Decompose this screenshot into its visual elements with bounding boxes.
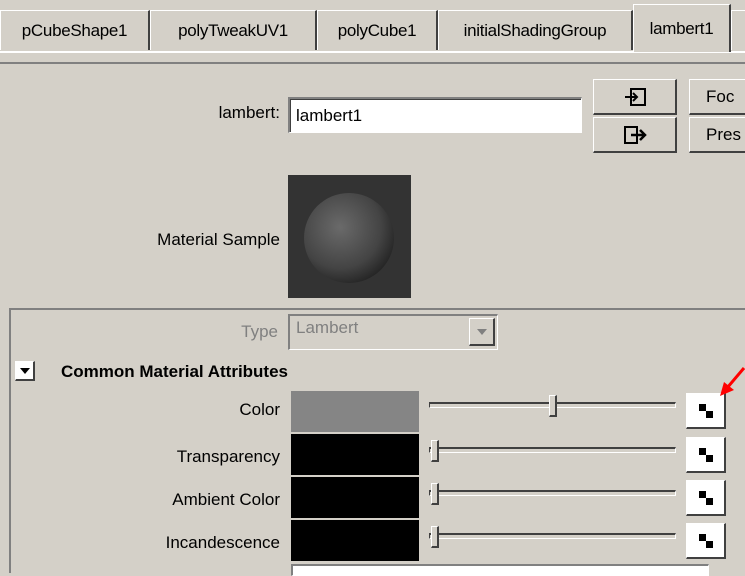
presets-button-label: Pres [706,124,741,144]
ambient-color-slider-handle[interactable] [431,483,439,505]
chevron-down-icon [476,328,487,335]
material-sample-swatch [288,175,411,298]
tab-polytweakuv1[interactable]: polyTweakUV1 [150,10,317,50]
output-connections-icon [623,125,647,144]
incandescence-slider-handle[interactable] [431,526,439,548]
ambient-color-map-button[interactable] [686,480,726,516]
output-connections-button[interactable] [593,117,677,153]
presets-button[interactable]: Pres [689,117,745,153]
color-slider-handle[interactable] [549,395,557,417]
type-label: Type [241,322,278,341]
material-name-label: lambert: [218,103,280,122]
attr-label-incandescence: Incandescence [165,533,280,552]
type-dropdown[interactable]: Lambert [288,314,498,350]
focus-button[interactable]: Foc [689,79,745,115]
section-title: Common Material Attributes [61,362,289,381]
tab-label: polyCube1 [337,20,417,40]
transparency-slider-handle[interactable] [431,440,439,462]
incandescence-slider[interactable] [429,533,676,539]
transparency-slider[interactable] [429,447,676,453]
next-attribute-field[interactable] [291,564,709,576]
material-sphere-icon [304,193,394,283]
checker-icon [698,447,713,462]
input-connections-icon [624,87,646,106]
tab-label: initialShadingGroup [463,20,607,40]
tab-pcubeshape1[interactable]: pCubeShape1 [0,10,150,50]
checker-icon [698,533,713,548]
checker-icon [698,403,713,418]
transparency-swatch[interactable] [291,434,419,475]
type-value: Lambert [296,318,359,337]
color-swatch[interactable] [291,391,419,432]
tab-next[interactable] [731,10,745,50]
incandescence-swatch[interactable] [291,520,419,561]
ambient-color-swatch[interactable] [291,477,419,518]
checker-icon [698,490,713,505]
tab-initialshadinggroup[interactable]: initialShadingGroup [438,10,633,50]
tab-polycube1[interactable]: polyCube1 [317,10,438,50]
triangle-down-icon [19,367,30,374]
attr-label-transparency: Transparency [176,447,280,466]
attr-label-ambient-color: Ambient Color [172,490,280,509]
section-collapse-toggle[interactable] [15,361,35,381]
tab-label: pCubeShape1 [21,20,128,40]
material-sample-label: Material Sample [157,230,280,249]
type-dropdown-arrow[interactable] [469,318,495,346]
tab-label: lambert1 [649,18,714,38]
incandescence-map-button[interactable] [686,523,726,559]
ambient-color-slider[interactable] [429,490,676,496]
focus-button-label: Foc [706,86,735,106]
transparency-map-button[interactable] [686,437,726,473]
attr-label-color: Color [239,400,280,419]
annotation-arrow-icon [720,367,745,396]
tab-divider-shadow [0,62,745,64]
input-connections-button[interactable] [593,79,677,115]
tab-lambert1[interactable]: lambert1 [633,4,731,52]
tab-label: polyTweakUV1 [178,20,288,40]
material-name-field[interactable] [288,97,582,133]
